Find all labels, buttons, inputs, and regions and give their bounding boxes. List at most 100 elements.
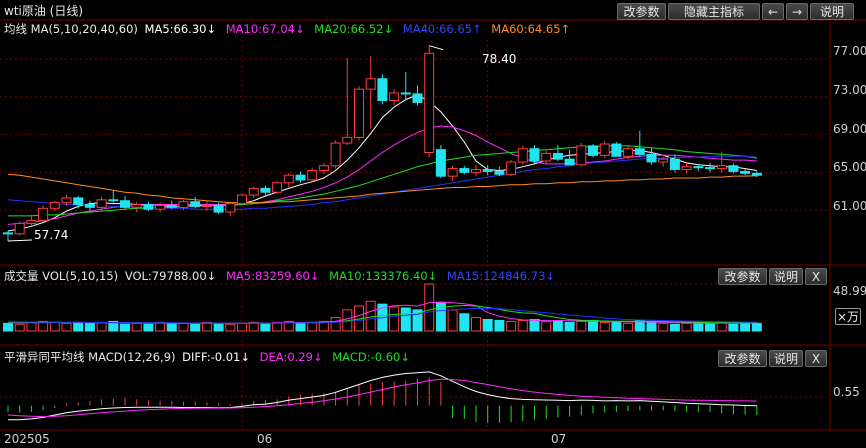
candle-body (611, 143, 622, 157)
volume-bar (61, 322, 72, 332)
volume-bar (435, 301, 446, 332)
volume-bar (213, 322, 224, 332)
volume-bar (155, 321, 166, 332)
candle-body (3, 232, 13, 235)
volume-bar (599, 321, 610, 332)
x-axis-label: 202505 (4, 432, 50, 446)
volume-bar (517, 319, 528, 332)
candle-body (260, 187, 271, 193)
macd-params-button[interactable]: 改参数 (718, 350, 767, 367)
candle-body (517, 148, 528, 163)
candle-body (400, 92, 411, 95)
vol-params-button[interactable]: 改参数 (718, 268, 767, 285)
vol-unit-toggle[interactable]: ×万 (835, 308, 861, 325)
volume-bar (295, 322, 306, 332)
scroll-left-button[interactable]: ← (762, 3, 784, 20)
candle-body (84, 204, 95, 208)
volume-bar (658, 322, 669, 332)
vol-ma15-value: MA15:124846.73↓ (446, 269, 556, 283)
candle-body (318, 165, 329, 171)
candle-body (494, 170, 505, 175)
volume-bar (529, 318, 540, 332)
price-y-tick: 77.00 (833, 44, 866, 58)
candle-body (669, 158, 680, 171)
volume-bar (49, 321, 60, 332)
volume-bar (131, 322, 142, 332)
volume-bar (424, 283, 435, 332)
candle-body (61, 197, 72, 204)
price-y-tick: 61.00 (833, 199, 866, 213)
candle-body (38, 207, 49, 222)
volume-bar (166, 322, 177, 332)
low-price-label: 57.74 (34, 228, 69, 242)
macd-help-button[interactable]: 说明 (769, 350, 803, 367)
candle-body (552, 152, 563, 160)
volume-bar (588, 319, 598, 332)
volume-bar (751, 322, 762, 332)
candle-body (634, 148, 645, 155)
candle-body (693, 166, 704, 169)
candle-body (73, 197, 84, 206)
volume-bar (716, 321, 727, 332)
ma60-value: MA60:64.65↑ (491, 22, 571, 36)
volume-bar (564, 321, 575, 332)
vol-y-tick: 48.99 (833, 284, 866, 298)
candle-body (377, 78, 388, 102)
candle-body (272, 182, 283, 193)
vol-help-button[interactable]: 说明 (769, 268, 803, 285)
macd-close-button[interactable]: X (805, 350, 827, 367)
volume-bar (272, 321, 283, 332)
candle-body (342, 136, 353, 144)
candle-body (646, 153, 657, 163)
candle-body (435, 149, 446, 177)
volume-bar (611, 320, 622, 332)
candle-body (26, 220, 37, 224)
chart-title: wti原油 (日线) (4, 4, 84, 18)
dea-value: DEA:0.29↓ (259, 350, 323, 364)
candle-body (728, 165, 739, 172)
candle-body (354, 88, 364, 138)
high-price-label: 78.40 (482, 52, 517, 66)
volume-bar (260, 322, 271, 332)
ma40-value: MA40:66.65↑ (402, 22, 482, 36)
volume-bar (681, 322, 692, 332)
volume-bar (693, 321, 704, 332)
volume-bar (120, 323, 130, 332)
scroll-right-button[interactable]: → (786, 3, 808, 20)
volume-bar (190, 323, 201, 332)
candle-body (131, 204, 142, 208)
price-y-tick: 65.00 (833, 160, 866, 174)
candle-body (120, 200, 130, 208)
help-button[interactable]: 说明 (810, 3, 854, 20)
ma5-value: MA5:66.30↓ (144, 22, 217, 36)
candle-body (225, 203, 236, 213)
macd-y-tick: 0.55 (833, 385, 860, 399)
params-button[interactable]: 改参数 (617, 3, 666, 20)
candle-body (588, 145, 598, 156)
volume-bar (740, 322, 751, 332)
ma60-line (7, 173, 757, 204)
x-axis-label: 06 (257, 432, 273, 446)
hide-main-indicator-button[interactable]: 隐藏主指标 (668, 3, 760, 20)
candle-body (14, 222, 25, 235)
volume-bar (471, 317, 481, 332)
candle-body (248, 187, 259, 196)
volume-bar (225, 323, 236, 332)
candle-body (681, 166, 692, 171)
candle-body (155, 204, 166, 210)
volume-bar (96, 321, 107, 332)
candle-body (49, 202, 60, 209)
x-axis-label: 07 (551, 432, 567, 446)
volume-bar (506, 320, 517, 332)
vol-ma5-value: MA5:83259.60↓ (225, 269, 320, 283)
volume-legend: 成交量 VOL(5,10,15) VOL:79788.00↓ MA5:83259… (4, 269, 561, 283)
volume-bar (447, 309, 458, 332)
volume-bar (330, 317, 341, 332)
candle-body (576, 145, 587, 166)
vol-close-button[interactable]: X (805, 268, 827, 285)
candle-body (740, 170, 751, 174)
candle-body (201, 204, 212, 207)
candle-body (459, 168, 470, 173)
volume-bar (728, 323, 739, 332)
volume-bar (623, 322, 634, 332)
